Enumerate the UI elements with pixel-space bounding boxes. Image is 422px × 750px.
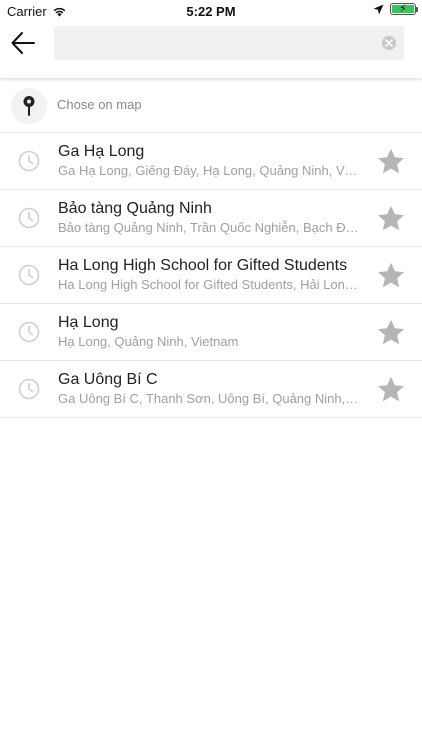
recent-places-list: Ga Hạ Long Ga Hạ Long, Giếng Đáy, Hạ Lon… xyxy=(0,133,422,418)
list-item[interactable]: Bảo tàng Quảng Ninh Bảo tàng Quảng Ninh,… xyxy=(0,190,422,247)
location-arrow-icon xyxy=(373,4,384,14)
list-item[interactable]: Ha Long High School for Gifted Students … xyxy=(0,247,422,304)
history-clock-icon xyxy=(18,378,40,400)
history-clock-icon xyxy=(18,207,40,229)
search-input[interactable] xyxy=(54,26,404,60)
list-item[interactable]: Hạ Long Hạ Long, Quảng Ninh, Vietnam xyxy=(0,304,422,361)
history-clock-icon xyxy=(18,264,40,286)
map-pin-icon xyxy=(23,96,35,116)
place-title: Ha Long High School for Gifted Students xyxy=(58,257,348,274)
favorite-star-icon[interactable] xyxy=(376,204,406,234)
choose-on-map-row[interactable]: Chose on map xyxy=(0,78,422,133)
list-item[interactable]: Ga Uông Bí C Ga Uông Bí C, Thanh Sơn, Uô… xyxy=(0,361,422,418)
battery-icon: ⚡ xyxy=(390,3,418,15)
favorite-star-icon[interactable] xyxy=(376,261,406,291)
choose-on-map-label: Chose on map xyxy=(57,97,142,112)
history-clock-icon xyxy=(18,150,40,172)
place-title: Bảo tàng Quảng Ninh xyxy=(58,200,212,217)
favorite-star-icon[interactable] xyxy=(376,375,406,405)
favorite-star-icon[interactable] xyxy=(376,318,406,348)
clear-x-icon xyxy=(385,39,393,47)
status-time: 5:22 PM xyxy=(186,4,236,19)
place-address: Ga Hạ Long, Giếng Đáy, Hạ Long, Quảng Ni… xyxy=(58,163,360,178)
charging-bolt-icon: ⚡ xyxy=(399,3,407,15)
place-title: Ga Hạ Long xyxy=(58,143,145,160)
place-address: Ha Long High School for Gifted Students,… xyxy=(58,277,360,292)
place-title: Ga Uông Bí C xyxy=(58,371,158,388)
favorite-star-icon[interactable] xyxy=(376,147,406,177)
search-header xyxy=(0,22,422,78)
map-pin-badge xyxy=(11,88,47,124)
status-right: ⚡ xyxy=(373,3,418,15)
back-arrow-icon[interactable] xyxy=(10,30,36,56)
place-address: Ga Uông Bí C, Thanh Sơn, Uông Bí, Quảng … xyxy=(58,391,360,406)
clear-search-icon[interactable] xyxy=(382,36,396,50)
place-address: Hạ Long, Quảng Ninh, Vietnam xyxy=(58,334,239,349)
place-title: Hạ Long xyxy=(58,314,119,331)
status-bar: Carrier 5:22 PM ⚡ xyxy=(0,0,422,22)
place-address: Bảo tàng Quảng Ninh, Trần Quốc Nghiễn, B… xyxy=(58,220,360,235)
list-item[interactable]: Ga Hạ Long Ga Hạ Long, Giếng Đáy, Hạ Lon… xyxy=(0,133,422,190)
history-clock-icon xyxy=(18,321,40,343)
